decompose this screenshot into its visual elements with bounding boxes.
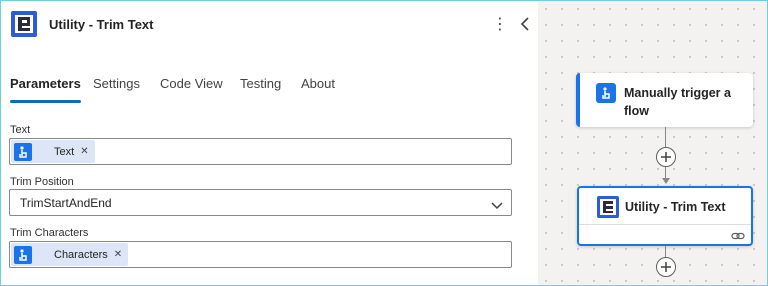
- text-field[interactable]: Text ✕: [9, 138, 512, 165]
- text-token[interactable]: Text ✕: [11, 140, 95, 163]
- token-label: Characters: [54, 248, 108, 261]
- arrow-head-icon: [662, 178, 670, 184]
- token-label: Text: [54, 145, 75, 158]
- plus-icon: [661, 152, 671, 162]
- trim-position-value: TrimStartAndEnd: [20, 196, 112, 210]
- utility-logo-icon: [597, 196, 619, 218]
- chevron-down-icon: [491, 198, 503, 210]
- touch-trigger-icon: [596, 83, 616, 103]
- trim-characters-label: Trim Characters: [10, 227, 89, 239]
- remove-token-icon[interactable]: ✕: [80, 146, 88, 157]
- trim-position-label: Trim Position: [10, 176, 74, 188]
- panel-title: Utility - Trim Text: [49, 17, 154, 32]
- trigger-card-title: Manually trigger a flow: [624, 86, 731, 118]
- action-card[interactable]: Utility - Trim Text: [577, 186, 753, 246]
- characters-token[interactable]: Characters ✕: [11, 243, 129, 266]
- card-accent: [576, 73, 580, 127]
- more-vertical-icon[interactable]: ⋮: [492, 15, 508, 35]
- remove-token-icon[interactable]: ✕: [114, 249, 122, 260]
- tab-about[interactable]: About: [301, 71, 335, 103]
- link-icon[interactable]: [731, 229, 745, 241]
- tab-testing[interactable]: Testing: [240, 71, 281, 103]
- action-config-panel: Utility - Trim Text ⋮ Parameters Setting…: [1, 1, 538, 285]
- touch-trigger-icon: [14, 245, 32, 264]
- trim-position-select[interactable]: TrimStartAndEnd: [9, 189, 512, 216]
- card-divider: [579, 224, 751, 225]
- panel-header: Utility - Trim Text ⋮: [1, 1, 538, 49]
- plus-icon: [661, 262, 671, 272]
- action-card-title: Utility - Trim Text: [625, 200, 726, 214]
- connector-line: [665, 246, 666, 257]
- connector-line: [665, 127, 666, 147]
- chevron-left-icon[interactable]: [519, 16, 533, 32]
- trim-characters-field[interactable]: Characters ✕: [9, 241, 512, 268]
- tab-code-view[interactable]: Code View: [160, 71, 223, 103]
- window-frame: Utility - Trim Text ⋮ Parameters Setting…: [0, 0, 768, 286]
- add-step-button[interactable]: [656, 147, 676, 167]
- touch-trigger-icon: [14, 142, 32, 161]
- tab-settings[interactable]: Settings: [93, 71, 140, 103]
- text-field-label: Text: [10, 124, 31, 136]
- utility-logo-icon: [11, 11, 37, 37]
- add-step-button[interactable]: [656, 257, 676, 277]
- tab-parameters[interactable]: Parameters: [10, 71, 81, 103]
- flow-canvas[interactable]: Manually trigger a flow Utility - Trim T…: [538, 1, 767, 285]
- trigger-card[interactable]: Manually trigger a flow: [576, 73, 753, 127]
